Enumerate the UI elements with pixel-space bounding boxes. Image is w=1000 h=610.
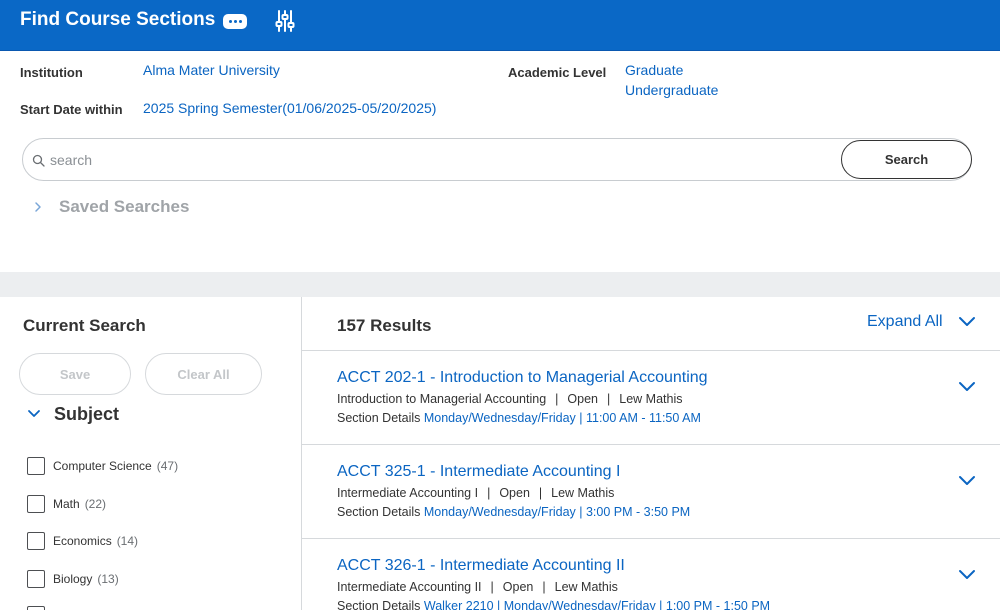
search-icon [32, 154, 45, 167]
result-title-link[interactable]: ACCT 325-1 - Intermediate Accounting I [337, 463, 620, 481]
results-count: 157 Results [337, 316, 432, 335]
facet-label: Economics [53, 534, 112, 548]
start-date-value-link[interactable]: 2025 Spring Semester(01/06/2025-05/20/20… [143, 100, 436, 116]
result-row: ACCT 202-1 - Introduction to Managerial … [302, 351, 1000, 445]
section-details-label: Section Details [337, 411, 421, 425]
result-row: ACCT 326-1 - Intermediate Accounting II … [302, 539, 1000, 610]
clear-all-button[interactable]: Clear All [145, 353, 262, 395]
facet-label: Biology [53, 572, 93, 586]
save-button[interactable]: Save [19, 353, 131, 395]
chevron-down-icon[interactable] [958, 316, 976, 328]
search-input[interactable] [50, 149, 830, 171]
facet-checkbox[interactable] [27, 457, 45, 475]
facet-label: Computer Science [53, 459, 152, 473]
facet-checkbox[interactable] [27, 570, 45, 588]
facet-checkbox[interactable] [27, 495, 45, 513]
start-date-label: Start Date within [20, 102, 123, 117]
result-schedule-link[interactable]: Walker 2210 | Monday/Wednesday/Friday | … [424, 599, 770, 610]
saved-searches-toggle[interactable]: Saved Searches [59, 197, 189, 217]
facet-count: (14) [116, 534, 139, 548]
chevron-down-icon[interactable] [958, 569, 976, 581]
chevron-down-icon[interactable] [27, 409, 41, 419]
result-summary: Introduction to Managerial Accounting | Op… [337, 392, 683, 406]
institution-value-link[interactable]: Alma Mater University [143, 62, 280, 78]
facet-count: (13) [97, 572, 119, 586]
facet-option[interactable]: Math (22) [27, 494, 106, 514]
facet-label: Math [53, 497, 80, 511]
result-title-link[interactable]: ACCT 326-1 - Intermediate Accounting II [337, 557, 625, 575]
result-instructor: Lew Mathis [619, 392, 683, 406]
result-course: Intermediate Accounting I [337, 486, 479, 500]
current-search-heading: Current Search [23, 316, 146, 335]
facet-checkbox[interactable] [27, 606, 45, 610]
facet-option[interactable]: Economics (14) [27, 531, 138, 551]
result-summary: Intermediate Accounting II | Open | Lew Math… [337, 580, 618, 594]
result-status: Open [567, 392, 599, 406]
app-header: Find Course Sections [0, 0, 1000, 51]
search-bar: Search [22, 138, 972, 181]
result-details: Section Details Walker 2210 | Monday/Wed… [337, 599, 770, 610]
search-button[interactable]: Search [841, 140, 972, 179]
result-details: Section Details Monday/Wednesday/Friday … [337, 505, 690, 519]
chevron-down-icon[interactable] [958, 381, 976, 393]
section-divider [0, 272, 1000, 297]
academic-level-label: Academic Level [508, 65, 607, 80]
chevron-down-icon[interactable] [958, 475, 976, 487]
facet-option-partial[interactable] [27, 605, 53, 610]
result-schedule-link[interactable]: Monday/Wednesday/Friday | 11:00 AM - 11:… [424, 411, 701, 425]
facet-option[interactable]: Computer Science (47) [27, 456, 178, 476]
result-course: Intermediate Accounting II [337, 580, 482, 594]
facet-checkbox[interactable] [27, 532, 45, 550]
result-schedule-link[interactable]: Monday/Wednesday/Friday | 3:00 PM - 3:50… [424, 505, 690, 519]
facet-option[interactable]: Biology (13) [27, 569, 119, 589]
institution-label: Institution [20, 65, 83, 80]
result-status: Open [502, 580, 534, 594]
subject-facet-heading[interactable]: Subject [54, 404, 119, 425]
sliders-icon[interactable] [275, 9, 295, 33]
section-details-label: Section Details [337, 505, 421, 519]
ellipsis-icon [228, 20, 232, 23]
chevron-right-icon[interactable] [33, 200, 43, 214]
page-title: Find Course Sections [20, 9, 216, 30]
academic-level-graduate-link[interactable]: Graduate [625, 62, 683, 78]
academic-level-undergraduate-link[interactable]: Undergraduate [625, 82, 718, 98]
section-details-label: Section Details [337, 599, 421, 610]
result-course: Introduction to Managerial Accounting [337, 392, 547, 406]
result-summary: Intermediate Accounting I | Open | Lew Mathi… [337, 486, 615, 500]
facet-count: (22) [84, 497, 107, 511]
result-status: Open [499, 486, 530, 500]
result-instructor: Lew Mathis [554, 580, 618, 594]
result-row: ACCT 325-1 - Intermediate Accounting I I… [302, 445, 1000, 539]
expand-all-link[interactable]: Expand All [867, 313, 943, 331]
result-details: Section Details Monday/Wednesday/Friday … [337, 411, 701, 425]
facet-count: (47) [156, 459, 179, 473]
more-actions-button[interactable] [223, 14, 247, 29]
result-instructor: Lew Mathis [551, 486, 615, 500]
result-title-link[interactable]: ACCT 202-1 - Introduction to Managerial … [337, 369, 708, 387]
